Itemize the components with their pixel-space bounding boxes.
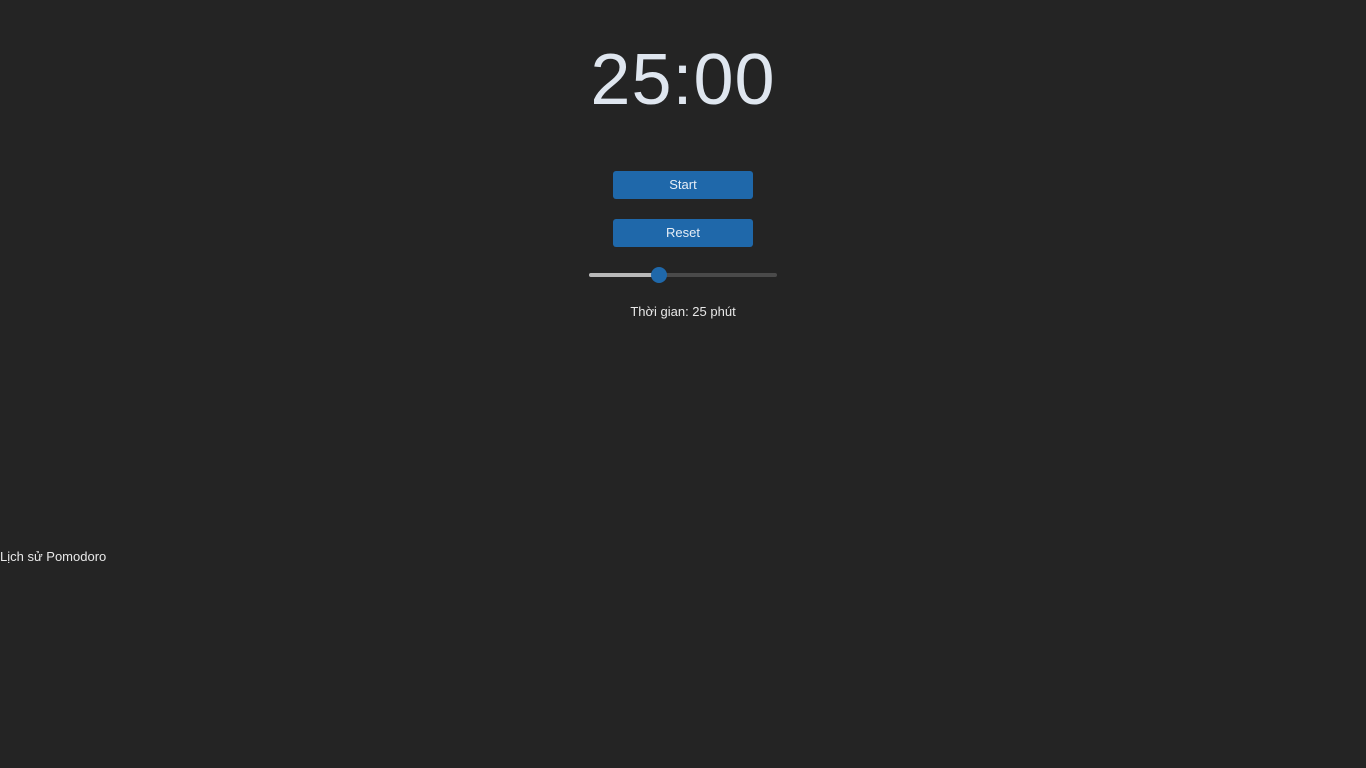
slider-thumb[interactable] [651,267,667,283]
pomodoro-app: 25:00 Start Reset Thời gian: 25 phút Lịc… [0,0,1366,768]
reset-button[interactable]: Reset [613,219,753,247]
start-button[interactable]: Start [613,171,753,199]
timer-display: 25:00 [590,40,776,120]
duration-slider[interactable] [589,264,777,286]
slider-fill [589,273,659,277]
history-title: Lịch sử Pomodoro [0,549,107,564]
duration-label: Thời gian: 25 phút [630,304,736,319]
